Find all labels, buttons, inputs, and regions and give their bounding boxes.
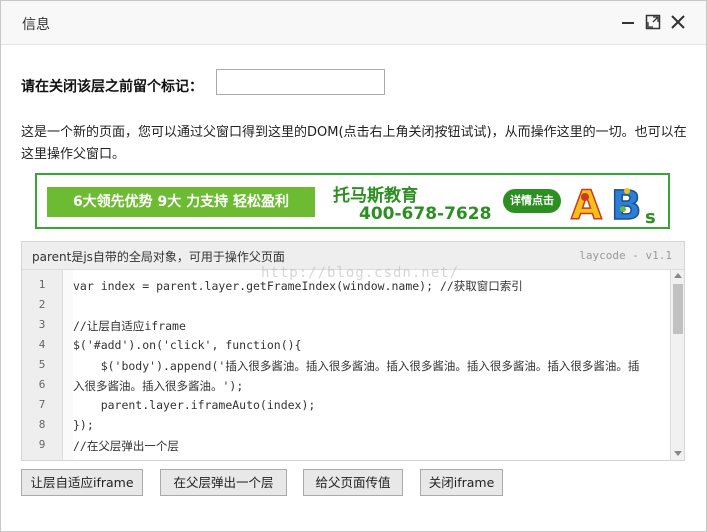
- line-number: 8: [38, 418, 46, 431]
- close-icon[interactable]: [670, 14, 686, 30]
- line-number: 3: [38, 318, 46, 331]
- line-number-gutter: 1 2 3 4 5 6 7 8 9: [22, 270, 63, 460]
- code-line: 入很多酱油。插入很多酱油。');: [73, 379, 244, 393]
- page-description: 这是一个新的页面，您可以通过父窗口得到这里的DOM(点击右上角关闭按钮试试)，从…: [21, 125, 687, 162]
- code-title: parent是js自带的全局对象，可用于操作父页面: [32, 250, 285, 264]
- mark-input[interactable]: [216, 69, 385, 95]
- line-number: 6: [38, 378, 46, 391]
- watermark: http://blog.csdn.net/: [261, 265, 460, 281]
- scroll-thumb[interactable]: [673, 284, 683, 334]
- line-number: 1: [38, 278, 46, 291]
- scroll-down-icon[interactable]: [674, 451, 682, 456]
- close-iframe-button[interactable]: 关闭iframe: [420, 469, 503, 496]
- code-version: laycode - v1.1: [579, 249, 672, 262]
- code-text: var index = parent.layer.getFrameIndex(w…: [73, 270, 673, 460]
- ad-banner[interactable]: 6大领先优势 9大 力支持 轻松盈利 托马斯教育 400-678-7628 详情…: [35, 173, 670, 229]
- line-number: 2: [38, 298, 46, 311]
- popup-parent-button[interactable]: 在父层弹出一个层: [160, 469, 287, 496]
- banner-letter-a: A: [571, 183, 602, 227]
- line-number: 7: [38, 398, 46, 411]
- pass-value-button[interactable]: 给父页面传值: [303, 469, 403, 496]
- code-line: //让层自适应iframe: [73, 319, 186, 333]
- maximize-icon[interactable]: [645, 14, 661, 30]
- line-number: 9: [38, 438, 46, 451]
- banner-letter-s: s: [645, 207, 656, 227]
- code-line: parent.layer.iframeAuto(index);: [73, 398, 316, 412]
- auto-iframe-button[interactable]: 让层自适应iframe: [21, 469, 143, 496]
- banner-brand: 托马斯教育: [333, 186, 418, 206]
- code-line: $('#add').on('click', function(){: [73, 338, 302, 352]
- dialog-titlebar[interactable]: 信息: [1, 1, 706, 45]
- code-scrollbar[interactable]: [670, 270, 684, 460]
- layer-dialog: 信息 请在关闭该层之前留个标记： 这是一个新的页面，您可以通过父窗口得到这里的D…: [0, 0, 707, 532]
- code-line: //在父层弹出一个层: [73, 439, 179, 453]
- mark-label: 请在关闭该层之前留个标记：: [21, 79, 203, 95]
- dialog-content: 请在关闭该层之前留个标记： 这是一个新的页面，您可以通过父窗口得到这里的DOM(…: [1, 45, 706, 531]
- minimize-icon[interactable]: [620, 14, 636, 30]
- banner-slogan: 6大领先优势 9大 力支持 轻松盈利: [47, 187, 315, 217]
- banner-detail-button[interactable]: 详情点击: [503, 189, 561, 213]
- code-line: $('body').append('插入很多酱油。插入很多酱油。插入很多酱油。插…: [73, 359, 640, 373]
- code-line: });: [73, 418, 94, 432]
- line-number: 4: [38, 338, 46, 351]
- line-number: 5: [38, 358, 46, 371]
- banner-ab-logo: A B s: [570, 182, 656, 227]
- scroll-up-icon[interactable]: [674, 273, 682, 278]
- code-body[interactable]: 1 2 3 4 5 6 7 8 9 var index = parent.lay…: [22, 270, 684, 460]
- dialog-title: 信息: [22, 17, 50, 33]
- banner-phone: 400-678-7628: [359, 204, 492, 224]
